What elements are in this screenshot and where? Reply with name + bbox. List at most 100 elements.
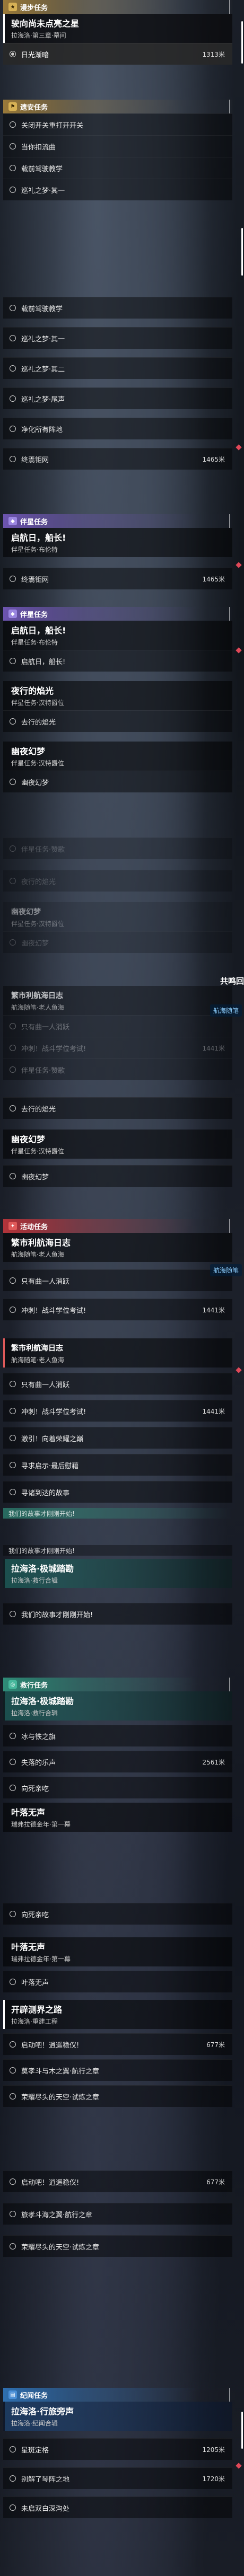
quest-objective[interactable]: 幽夜幻梦 [3, 771, 232, 792]
scrollbar-thumb[interactable] [241, 228, 243, 276]
list-item[interactable]: 净化所有阵地 [3, 418, 232, 439]
star-icon: ★ [8, 3, 17, 11]
quest-objective[interactable]: 激引！向着荣耀之巅 [3, 1427, 232, 1449]
list-item[interactable]: 载前驾驶教学 [3, 157, 232, 179]
quest-card[interactable]: 拉海洛·极城踏勘 拉海洛·救行合辑 [3, 1691, 232, 1721]
quest-objective[interactable]: 伴星任务·赞歌 [3, 1058, 232, 1080]
quest-objective[interactable]: 叶落无声 [3, 1971, 232, 1992]
compass-icon: ◎ [8, 1680, 17, 1689]
quest-card[interactable]: 幽夜幻梦 伴星任务·汉特爵位 [3, 902, 232, 931]
quest-card-selected[interactable]: 驶向尚未点亮之星 拉海洛·第三章·幕间 [3, 14, 232, 43]
quest-objective[interactable]: 冰与铁之旗 [3, 1725, 232, 1746]
quest-subtitle: 拉海洛·救行合辑 [11, 1709, 58, 1717]
quest-objective[interactable]: 冲刺！战斗学位考试! 1441米 [3, 1400, 232, 1422]
quest-card[interactable]: 拉海洛·极城踏勘 拉海洛·救行合辑 [3, 1559, 232, 1588]
objective-text: 别解了琴阵之地 [21, 2475, 70, 2484]
quest-objective[interactable]: 我们的故事才刚刚开始! [3, 1603, 232, 1625]
companion-quest-header[interactable]: ◆ 伴星任务 [3, 514, 232, 528]
quest-card[interactable]: 启航日，船长! 伴星任务·布伦特 [3, 528, 232, 557]
list-item-label: 关闭开关重打开开关 [21, 121, 84, 130]
quest-card[interactable]: 叶落无声 瑞弗拉德金年·第一幕 [3, 1937, 232, 1966]
circle-icon [10, 365, 16, 372]
list-item[interactable]: 巡礼之梦·其一 [3, 327, 232, 349]
quest-subtitle: 拉海洛·第三章·幕间 [11, 32, 66, 39]
quest-objective[interactable]: 幽夜幻梦 [3, 1165, 232, 1187]
explore-quest-header[interactable]: 我们的故事才刚刚开始! [3, 1545, 232, 1556]
event-quest-header[interactable]: ✦ 活动任务 [3, 1219, 232, 1233]
lore-quest-header[interactable]: ▤ 纪闻任务 [3, 2388, 232, 2402]
quest-objective[interactable]: 去行的焰光 [3, 1097, 232, 1119]
companion-quest-panel-2: 去行的焰光 幽夜幻梦 伴星任务·汉特爵位 幽夜幻梦 [3, 1097, 232, 1187]
circle-icon [10, 718, 16, 725]
quest-objective[interactable]: 只有曲一人消跃 [3, 1269, 232, 1291]
companion-icon: ◆ [8, 517, 17, 525]
circle-icon [10, 121, 16, 128]
list-item[interactable]: 幽夜幻梦 [3, 931, 232, 953]
quest-objective[interactable]: 去行的焰光 [3, 710, 232, 732]
quest-objective[interactable]: 启航日，船长! [3, 647, 242, 672]
list-item[interactable]: 伴星任务·赞歌 [3, 837, 232, 859]
quest-card[interactable]: 繁市利航海日志 航海随笔·老人鱼海 [3, 986, 232, 1015]
list-item[interactable]: 当你扣流曲 [3, 135, 232, 157]
quest-objective[interactable]: 荣耀尽头的天空·试炼之章 [3, 2235, 232, 2257]
companion-quests-header[interactable]: ◆ 伴星任务 [3, 607, 232, 621]
quest-objective[interactable]: 星斑定格 1205米 [3, 2438, 232, 2460]
quest-objective[interactable]: 别解了琴阵之地 1720米 [3, 2463, 242, 2489]
explore-quest-header-label: 我们的故事才刚刚开始! [8, 1547, 75, 1555]
list-item[interactable]: 巡礼之梦·其一 [3, 179, 232, 200]
list-item[interactable]: 巡礼之梦·尾声 [3, 387, 232, 409]
quest-objective[interactable]: 旅孝斗海之翼·航行之章 [3, 2203, 232, 2225]
list-item-label: 当你扣流曲 [21, 143, 56, 152]
scrollbar-thumb[interactable] [241, 21, 243, 64]
list-item[interactable]: 终焉钜网 1465米 [3, 444, 242, 470]
circle-icon [10, 2067, 16, 2074]
travel-quest-header[interactable]: ◎ 救行任务 [3, 1678, 232, 1691]
list-item[interactable]: 巡礼之梦·其二 [3, 357, 232, 379]
quest-objective[interactable]: 只有曲一人消跃 [3, 1015, 232, 1037]
circle-icon [10, 658, 16, 664]
quest-objective[interactable]: 只有曲一人消跃 [3, 1367, 242, 1395]
quest-objective[interactable]: 荣耀尽头的天空·试炼之章 [3, 2085, 232, 2107]
quest-objective[interactable]: 莫孝斗与木之翼·航行之章 [3, 2059, 232, 2081]
quest-objective[interactable]: 失落的乐声 2561米 [3, 1751, 232, 1772]
quest-card[interactable]: 拉海洛·行旅旁声 拉海洛·纪闻合辑 [3, 2402, 232, 2431]
quest-card[interactable]: 夜行的焰光 伴星任务·汉特爵位 [3, 681, 232, 710]
objective-text: 幽夜幻梦 [21, 779, 49, 787]
quest-card[interactable]: 开辟测界之路 拉海洛·重建工程 [3, 2000, 232, 2029]
quest-objective[interactable]: 日光渐暗 1313米 [3, 43, 232, 65]
list-item[interactable]: 夜行的焰光 [3, 870, 232, 892]
scrollbar-thumb[interactable] [241, 2412, 243, 2449]
quest-card[interactable]: 幽夜幻梦 伴星任务·汉特爵位 [3, 1130, 232, 1159]
companion-icon: ◆ [8, 610, 17, 618]
quest-card[interactable]: 繁市利航海日志 航海随笔·老人鱼海 [3, 1338, 232, 1368]
quest-subtitle: 拉海洛·重建工程 [11, 2018, 58, 2025]
quest-objective[interactable]: 冲刺！战斗学位考试! 1441米 [3, 1037, 232, 1058]
next-objective-header[interactable]: 我们的故事才刚刚开始! [3, 1508, 232, 1519]
quest-objective[interactable]: 未启双白深沟处 [3, 2496, 232, 2518]
quest-objective[interactable]: 寻求启示·最后慰藉 [3, 1454, 232, 1476]
travel-quest-header-label: 救行任务 [20, 1681, 48, 1690]
side-quest-header[interactable]: ⚑ 遗安任务 [3, 100, 232, 113]
lore-quest-header-label: 纪闻任务 [20, 2392, 48, 2400]
objective-text: 只有曲一人消跃 [21, 1023, 70, 1031]
circle-icon [10, 1435, 16, 1441]
quest-objective[interactable]: 向死亲吃 [3, 1903, 232, 1925]
quest-objective[interactable]: 启动吧！逍遥稳仪! 677米 [3, 2033, 232, 2055]
quest-card[interactable]: 启航日，船长! 伴星任务·布伦特 [3, 621, 232, 650]
quest-card[interactable]: 幽夜幻梦 伴星任务·汉特爵位 [3, 742, 232, 771]
circle-icon [10, 1408, 16, 1414]
main-quest-panel: ★ 漫步任务 驶向尚未点亮之星 拉海洛·第三章·幕间 日光渐暗 1313米 [3, 0, 232, 65]
quest-objective[interactable]: 终焉钜网 1465米 [3, 562, 242, 589]
objective-text: 向死亲吃 [21, 1911, 49, 1919]
header-edge [222, 2388, 230, 2402]
list-item[interactable]: 载前驾驶教学 [3, 297, 232, 319]
quest-objective[interactable]: 寻诸到达的故事 [3, 1481, 232, 1503]
main-quest-header[interactable]: ★ 漫步任务 [3, 0, 232, 14]
quest-objective[interactable]: 向死亲吃 [3, 1777, 232, 1798]
list-item[interactable]: 关闭开关重打开开关 [3, 113, 232, 135]
quest-objective[interactable]: 冲刺！战斗学位考试! 1441米 [3, 1299, 232, 1320]
objective-text: 去行的焰光 [21, 718, 56, 727]
quest-card[interactable]: 繁市利航海日志 航海随笔·老人鱼海 [3, 1233, 232, 1262]
quest-objective[interactable]: 启动吧！逍遥稳仪! 677米 [3, 2171, 232, 2192]
quest-card[interactable]: 叶落无声 瑞弗拉德金年·第一幕 [3, 1803, 232, 1832]
